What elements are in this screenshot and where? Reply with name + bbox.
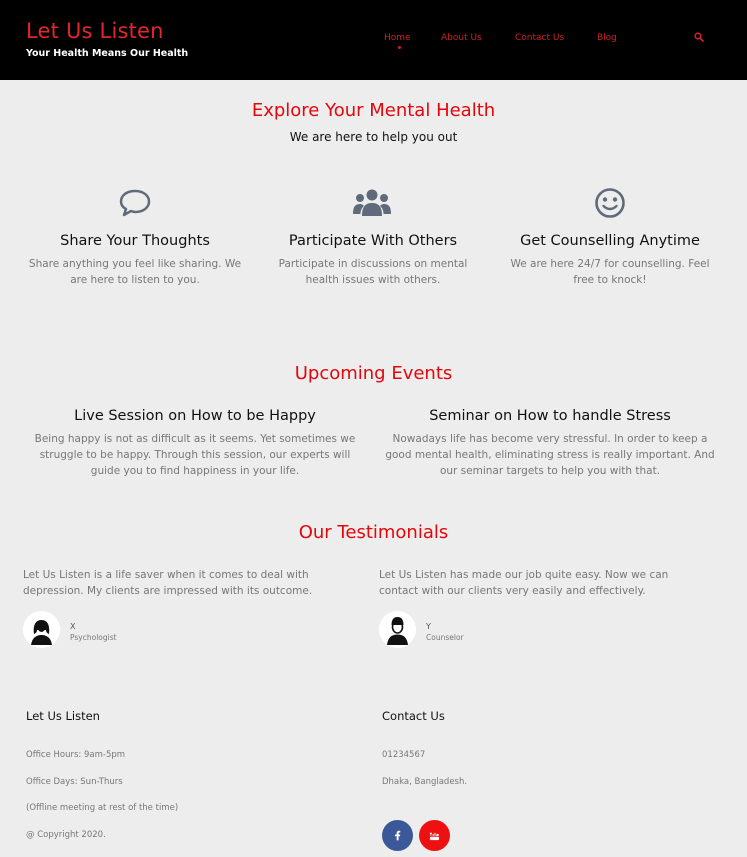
- explore-subtitle: We are here to help you out: [289, 130, 458, 144]
- testimonial-text: Let Us Listen has made our job quite eas…: [379, 569, 669, 597]
- woman-avatar-icon: [23, 611, 60, 648]
- feature-title: Participate With Others: [288, 233, 458, 249]
- youtube-icon: [429, 832, 440, 841]
- explore-title: Explore Your Mental Health: [251, 100, 496, 121]
- testimonial-role: Counselor: [426, 633, 464, 642]
- offline-note: (Offline meeting at rest of the time): [26, 803, 179, 813]
- avatar: [23, 611, 60, 648]
- events-title: Upcoming Events: [294, 363, 453, 384]
- footer-contact-title: Contact Us: [382, 709, 445, 723]
- smile-icon: [595, 188, 625, 218]
- testimonial-text: Let Us Listen is a life saver when it co…: [23, 569, 313, 597]
- testimonial-role: Psychologist: [70, 633, 117, 642]
- youtube-button[interactable]: [419, 820, 450, 851]
- contact-address: Dhaka, Bangladesh.: [382, 777, 468, 787]
- nav-contact-us[interactable]: Contact Us: [515, 33, 564, 43]
- event-title: Seminar on How to handle Stress: [429, 408, 671, 424]
- site-title[interactable]: Let Us Listen: [26, 19, 164, 43]
- nav-active-indicator: [398, 46, 401, 49]
- man-avatar-icon: [379, 611, 416, 648]
- event-title: Live Session on How to be Happy: [74, 408, 316, 424]
- testimonial-name: Y: [426, 622, 431, 631]
- feature-title: Share Your Thoughts: [60, 233, 210, 249]
- office-hours: Office Hours: 9am-5pm: [26, 750, 126, 760]
- nav-about-us[interactable]: About Us: [441, 33, 482, 43]
- event-description: Nowadays life has become very stressful.…: [385, 433, 715, 477]
- chat-bubble-icon: [119, 189, 151, 217]
- testimonial-name: X: [70, 622, 76, 631]
- office-days: Office Days: Sun-Thurs: [26, 777, 123, 787]
- feature-text: We are here 24/7 for counselling. Feel fr…: [510, 258, 710, 286]
- feature-title: Get Counselling Anytime: [520, 233, 700, 249]
- facebook-button[interactable]: [382, 820, 413, 851]
- contact-phone: 01234567: [382, 750, 426, 760]
- site-header: Let Us Listen Your Health Means Our Heal…: [0, 0, 747, 80]
- nav-home[interactable]: Home: [384, 33, 411, 43]
- feature-text: Share anything you feel like sharing. We…: [28, 258, 242, 286]
- copyright: @ Copyright 2020.: [26, 830, 106, 840]
- testimonials-title: Our Testimonials: [298, 522, 449, 543]
- facebook-icon: [395, 830, 401, 841]
- site-tagline: Your Health Means Our Health: [26, 48, 189, 59]
- users-icon: [353, 189, 391, 216]
- event-description: Being happy is not as difficult as it se…: [34, 433, 356, 477]
- search-icon[interactable]: [694, 32, 704, 42]
- feature-text: Participate in discussions on mental heal…: [278, 258, 468, 286]
- avatar: [379, 611, 416, 648]
- footer-brand-title: Let Us Listen: [26, 709, 100, 723]
- nav-blog[interactable]: Blog: [597, 33, 617, 43]
